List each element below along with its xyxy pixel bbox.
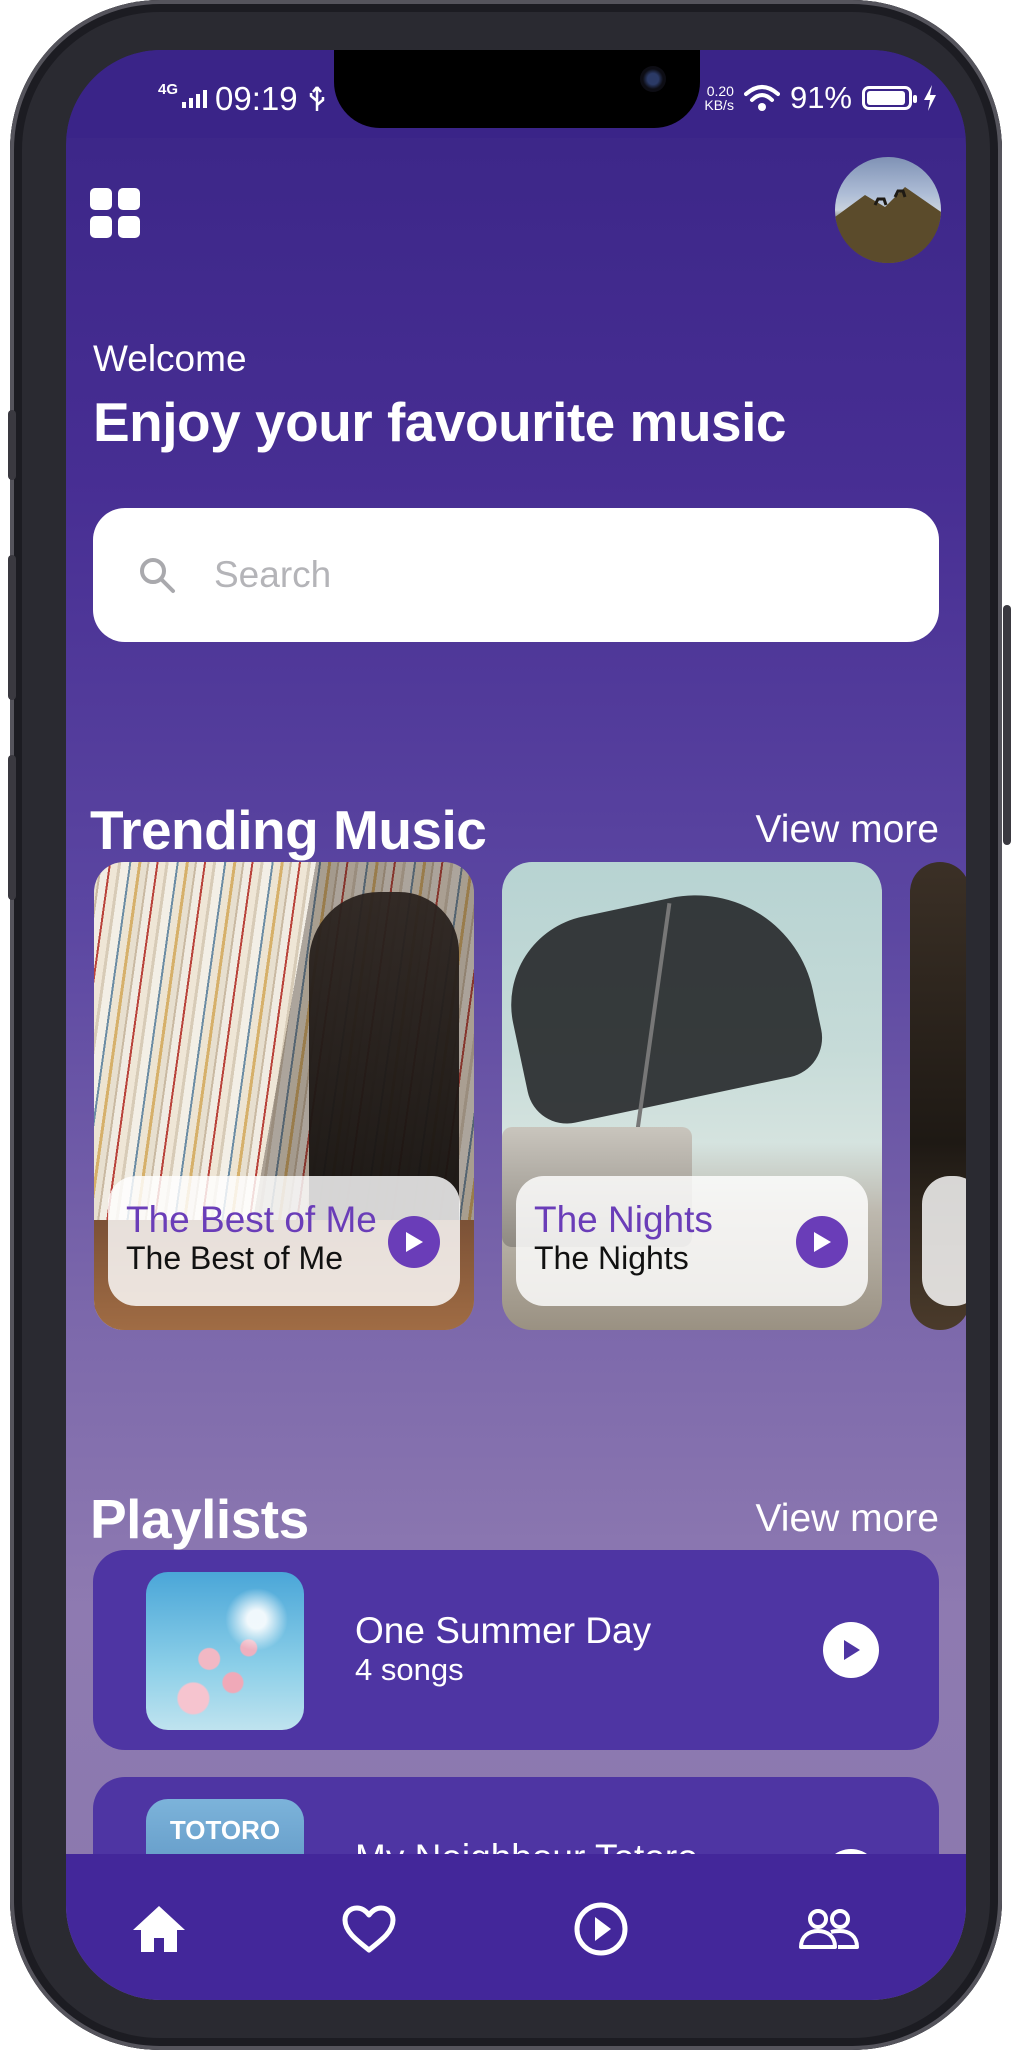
wifi-icon [743, 85, 780, 111]
status-time: 09:19 [215, 80, 298, 117]
volume-down-button [8, 755, 16, 900]
status-right: 0.20 KB/s 91% [704, 80, 938, 116]
phone-frame: 4G 09:19 0.20 KB/s 91% Welcome Enjoy you… [8, 0, 1011, 2050]
card-label [922, 1176, 966, 1306]
nav-player[interactable] [566, 1894, 636, 1964]
thumbnail-text: TOTORO [169, 1815, 281, 1845]
playlist-item[interactable]: One Summer Day 4 songs [93, 1550, 939, 1750]
playlists-view-more-link[interactable]: View more [755, 1497, 939, 1541]
play-button[interactable] [388, 1216, 440, 1268]
search-bar[interactable] [93, 508, 939, 642]
welcome-text: Welcome [93, 338, 247, 379]
app-screen: 4G 09:19 0.20 KB/s 91% Welcome Enjoy you… [66, 50, 966, 2000]
power-button [1003, 605, 1011, 845]
mute-switch [8, 410, 16, 480]
status-left: 4G 09:19 [158, 80, 328, 118]
heart-icon [342, 1905, 396, 1953]
play-circle-icon [574, 1902, 628, 1956]
notch [334, 50, 700, 128]
battery-icon [862, 86, 917, 110]
play-button[interactable] [796, 1216, 848, 1268]
battery-percent: 91% [789, 80, 852, 115]
status-bar: 4G 09:19 0.20 KB/s 91% [66, 50, 966, 138]
play-icon [406, 1232, 423, 1252]
menu-grid-icon[interactable] [90, 188, 140, 238]
nav-favorites[interactable] [334, 1894, 404, 1964]
playlist-title: One Summer Day [355, 1610, 652, 1651]
card-label: The Best of Me The Best of Me [108, 1176, 460, 1306]
network-speed-value: 0.20 [706, 83, 734, 99]
avatar[interactable] [835, 157, 941, 263]
volume-up-button [8, 555, 16, 700]
playlist-thumbnail [146, 1572, 304, 1730]
play-icon [814, 1232, 831, 1252]
play-button[interactable] [823, 1622, 879, 1678]
play-icon [844, 1640, 860, 1660]
trending-card[interactable]: The Nights The Nights [502, 862, 882, 1330]
search-icon [140, 558, 175, 593]
camera-icon [640, 66, 666, 92]
bottom-nav [66, 1854, 966, 2000]
nav-home[interactable] [124, 1894, 194, 1964]
network-speed-unit: KB/s [704, 97, 734, 113]
charging-icon [924, 85, 936, 111]
page-title: Enjoy your favourite music [93, 391, 787, 453]
trending-card[interactable]: The Best of Me The Best of Me [94, 862, 474, 1330]
playlist-song-count: 4 songs [355, 1652, 464, 1687]
playlists-title: Playlists [90, 1488, 309, 1550]
search-input[interactable] [212, 553, 816, 597]
home-icon [133, 1906, 185, 1952]
mountain-goats-icon [835, 187, 941, 263]
trending-card-partial[interactable] [910, 862, 966, 1330]
people-icon [799, 1909, 859, 1949]
signal-icon [182, 90, 208, 108]
network-speed: 0.20 KB/s [704, 84, 734, 112]
trending-title: Trending Music [90, 799, 487, 861]
nav-community[interactable] [794, 1894, 864, 1964]
usb-icon [309, 86, 324, 111]
network-type: 4G [158, 80, 179, 98]
card-label: The Nights The Nights [516, 1176, 868, 1306]
trending-view-more-link[interactable]: View more [755, 808, 939, 852]
